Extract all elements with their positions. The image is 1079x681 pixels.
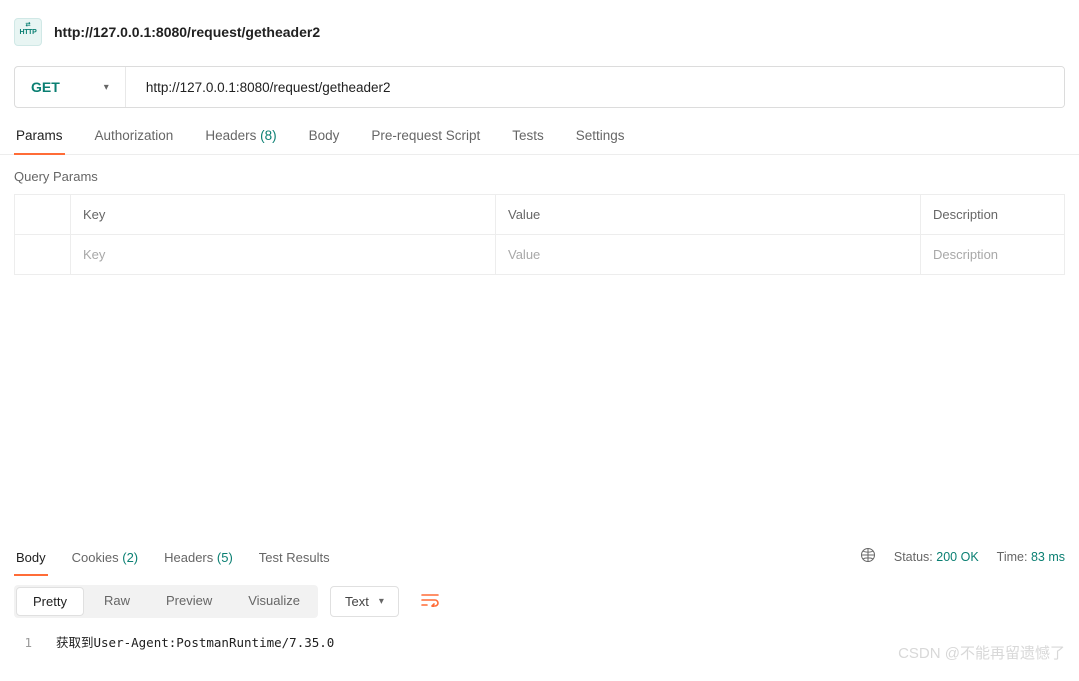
key-cell [71, 235, 496, 274]
value-cell [496, 235, 921, 274]
resp-tab-body[interactable]: Body [14, 538, 48, 575]
chevron-down-icon: ▾ [379, 596, 384, 607]
table-header-row: Key Value Description [15, 195, 1064, 235]
chevron-down-icon: ▾ [104, 82, 109, 93]
value-header: Value [496, 195, 921, 234]
tab-settings[interactable]: Settings [574, 128, 627, 154]
method-label: GET [31, 79, 60, 95]
key-header: Key [71, 195, 496, 234]
format-select[interactable]: Text ▾ [330, 586, 399, 617]
key-input[interactable] [83, 247, 483, 262]
request-tabs: Params Authorization Headers (8) Body Pr… [0, 108, 1079, 155]
request-title: http://127.0.0.1:8080/request/getheader2 [54, 24, 320, 40]
params-table: Key Value Description [14, 194, 1065, 275]
response-body: 1 获取到User-Agent:PostmanRuntime/7.35.0 [0, 626, 1079, 681]
resp-tab-cookies[interactable]: Cookies (2) [70, 538, 140, 575]
view-tab-pretty[interactable]: Pretty [16, 587, 84, 616]
response-tabs: Body Cookies (2) Headers (5) Test Result… [14, 538, 332, 575]
tab-header: ⇄ HTTP http://127.0.0.1:8080/request/get… [0, 0, 1079, 56]
tab-tests[interactable]: Tests [510, 128, 546, 154]
code-line: 1 获取到User-Agent:PostmanRuntime/7.35.0 [14, 632, 1065, 651]
tab-pre-request[interactable]: Pre-request Script [369, 128, 482, 154]
time-meta[interactable]: Time: 83 ms [997, 550, 1065, 564]
status-meta[interactable]: Status: 200 OK [894, 550, 979, 564]
query-params-label: Query Params [0, 155, 1079, 194]
tab-params[interactable]: Params [14, 128, 65, 154]
wrap-lines-icon[interactable] [411, 587, 449, 616]
tab-headers[interactable]: Headers (8) [203, 128, 278, 154]
description-input[interactable] [933, 247, 1052, 262]
tab-body[interactable]: Body [307, 128, 342, 154]
resp-tab-headers[interactable]: Headers (5) [162, 538, 235, 575]
globe-icon[interactable] [860, 547, 876, 567]
view-mode-tabs: Pretty Raw Preview Visualize [14, 585, 318, 618]
http-method-icon: ⇄ HTTP [14, 18, 42, 46]
view-tab-preview[interactable]: Preview [148, 585, 230, 618]
method-select[interactable]: GET ▾ [15, 67, 126, 107]
checkbox-cell[interactable] [15, 235, 71, 274]
response-meta: Status: 200 OK Time: 83 ms [860, 547, 1065, 567]
table-row [15, 235, 1064, 275]
description-cell [921, 235, 1064, 274]
url-bar: GET ▾ [14, 66, 1065, 108]
view-tab-visualize[interactable]: Visualize [230, 585, 318, 618]
url-input[interactable] [126, 67, 1064, 107]
view-controls: Pretty Raw Preview Visualize Text ▾ [0, 575, 1079, 626]
description-header: Description [921, 195, 1064, 234]
checkbox-header-cell [15, 195, 71, 234]
line-content[interactable]: 获取到User-Agent:PostmanRuntime/7.35.0 [56, 632, 334, 651]
view-tab-raw[interactable]: Raw [86, 585, 148, 618]
response-panel: Body Cookies (2) Headers (5) Test Result… [0, 538, 1079, 681]
value-input[interactable] [508, 247, 908, 262]
line-number: 1 [14, 635, 32, 650]
resp-tab-test-results[interactable]: Test Results [257, 538, 332, 575]
tab-authorization[interactable]: Authorization [93, 128, 176, 154]
